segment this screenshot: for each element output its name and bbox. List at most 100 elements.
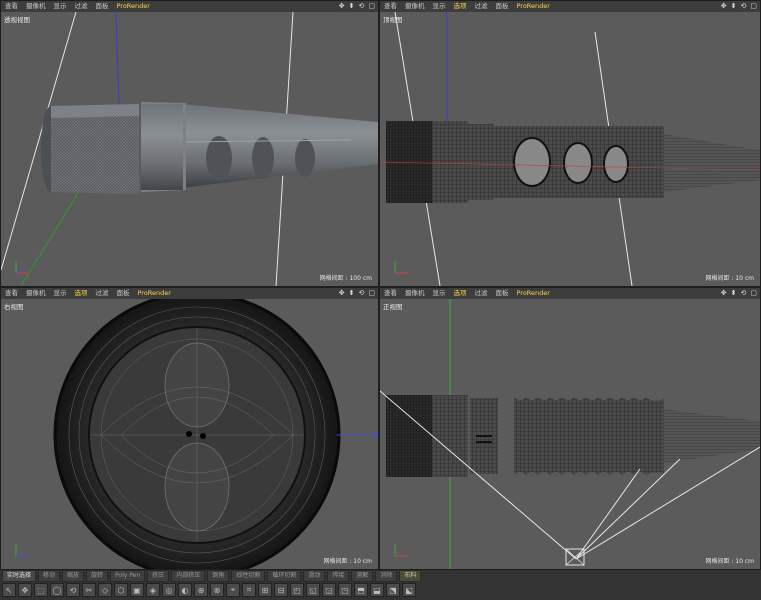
menu-camera[interactable]: 摄像机: [22, 1, 50, 12]
viewport-controls: ✥ ⬍ ⟲ ▢: [339, 288, 375, 299]
move-view-icon[interactable]: ✥: [339, 1, 345, 12]
viewport-menubar: 查看 摄像机 显示 选项 过滤 面板 ProRender ✥ ⬍ ⟲ ▢: [1, 288, 378, 299]
maximize-view-icon[interactable]: ▢: [368, 288, 375, 299]
tab-extrude-inner[interactable]: 内部挤压: [171, 570, 206, 582]
menu-prorender[interactable]: ProRender: [513, 1, 554, 12]
maximize-view-icon[interactable]: ▢: [750, 1, 757, 12]
grid-spacing: 网格间距 : 10 cm: [705, 275, 754, 282]
menu-prorender[interactable]: ProRender: [513, 288, 554, 299]
tab-move[interactable]: 移动: [38, 570, 61, 582]
menu-prorender[interactable]: ProRender: [134, 288, 175, 299]
menu-options[interactable]: 选项: [450, 1, 471, 12]
tab-loop-cut[interactable]: 循环切割: [267, 570, 302, 582]
tool-icon-9[interactable]: ◈: [146, 583, 160, 597]
tool-icon-3[interactable]: ◯: [50, 583, 64, 597]
tool-icon-14[interactable]: ⌖: [226, 583, 240, 597]
tab-poly-pen[interactable]: Poly Pen: [110, 570, 146, 582]
tool-icon-21[interactable]: ◳: [338, 583, 352, 597]
menu-view[interactable]: 查看: [1, 288, 22, 299]
tool-icon-0[interactable]: ↖: [2, 583, 16, 597]
rotate-view-icon[interactable]: ⟲: [359, 1, 365, 12]
menu-display[interactable]: 显示: [429, 288, 450, 299]
front-scene: [380, 299, 760, 569]
menu-display[interactable]: 显示: [50, 288, 71, 299]
tab-extrude[interactable]: 挤压: [147, 570, 170, 582]
menu-panel[interactable]: 面板: [492, 1, 513, 12]
tab-dissolve[interactable]: 溶解: [351, 570, 374, 582]
tool-icon-2[interactable]: ⬚: [34, 583, 48, 597]
tool-icon-8[interactable]: ▣: [130, 583, 144, 597]
grid-spacing: 网格间距 : 100 cm: [319, 275, 372, 282]
menu-camera[interactable]: 摄像机: [401, 288, 429, 299]
menu-panel[interactable]: 面板: [92, 1, 113, 12]
tool-icon-4[interactable]: ⟲: [66, 583, 80, 597]
zoom-view-icon[interactable]: ⬍: [349, 288, 355, 299]
tool-icons: ↖ ✥ ⬚ ◯ ⟲ ✂ ◇ ⬡ ▣ ◈ ◎ ◐ ⊕ ⊗ ⌖ ⌗ ⊞ ⊟ ◰ ◱ ◲ ◳ ⬒ ⬓ ⬔ ⬕: [2, 583, 416, 597]
tool-icon-10[interactable]: ◎: [162, 583, 176, 597]
tab-melt[interactable]: 消除: [375, 570, 398, 582]
move-view-icon[interactable]: ✥: [721, 1, 727, 12]
viewport-controls: ✥ ⬍ ⟲ ▢: [721, 288, 757, 299]
maximize-view-icon[interactable]: ▢: [750, 288, 757, 299]
menu-camera[interactable]: 摄像机: [22, 288, 50, 299]
tool-icon-7[interactable]: ⬡: [114, 583, 128, 597]
tool-icon-1[interactable]: ✥: [18, 583, 32, 597]
menu-filter[interactable]: 过滤: [471, 288, 492, 299]
tab-slide[interactable]: 滑动: [303, 570, 326, 582]
rotate-view-icon[interactable]: ⟲: [741, 1, 747, 12]
tool-icon-5[interactable]: ✂: [82, 583, 96, 597]
tab-line-cut[interactable]: 线性切割: [231, 570, 266, 582]
tool-icon-16[interactable]: ⊞: [258, 583, 272, 597]
maximize-view-icon[interactable]: ▢: [368, 1, 375, 12]
viewport-right[interactable]: 查看 摄像机 显示 选项 过滤 面板 ProRender ✥ ⬍ ⟲ ▢ 右视图: [0, 287, 379, 570]
tab-bevel[interactable]: 倒角: [207, 570, 230, 582]
tool-icon-6[interactable]: ◇: [98, 583, 112, 597]
tool-icon-18[interactable]: ◰: [290, 583, 304, 597]
viewport-front[interactable]: 查看 摄像机 显示 选项 过滤 面板 ProRender ✥ ⬍ ⟲ ▢ 正视图: [379, 287, 761, 570]
axis-gizmo-icon: [394, 261, 408, 274]
viewport-perspective[interactable]: 查看 摄像机 显示 过滤 面板 ProRender ✥ ⬍ ⟲ ▢ 透视视图 网…: [0, 0, 379, 287]
move-view-icon[interactable]: ✥: [721, 288, 727, 299]
tool-icon-11[interactable]: ◐: [178, 583, 192, 597]
tool-icon-19[interactable]: ◱: [306, 583, 320, 597]
tab-live-selection[interactable]: 实时选择: [2, 570, 37, 582]
menu-prorender[interactable]: ProRender: [113, 1, 154, 12]
viewport-menubar: 查看 摄像机 显示 过滤 面板 ProRender ✥ ⬍ ⟲ ▢: [1, 1, 378, 12]
viewport-top[interactable]: 查看 摄像机 显示 选项 过滤 面板 ProRender ✥ ⬍ ⟲ ▢ 顶视图: [379, 0, 761, 287]
tool-icon-25[interactable]: ⬕: [402, 583, 416, 597]
menu-view[interactable]: 查看: [380, 1, 401, 12]
menu-panel[interactable]: 面板: [492, 288, 513, 299]
tool-icon-12[interactable]: ⊕: [194, 583, 208, 597]
tool-icon-17[interactable]: ⊟: [274, 583, 288, 597]
menu-display[interactable]: 显示: [429, 1, 450, 12]
tab-rotate[interactable]: 旋转: [86, 570, 109, 582]
perspective-scene: [1, 12, 378, 286]
tool-icon-20[interactable]: ◲: [322, 583, 336, 597]
menu-camera[interactable]: 摄像机: [401, 1, 429, 12]
tab-scale[interactable]: 缩放: [62, 570, 85, 582]
tab-cloth[interactable]: 布料: [399, 570, 422, 582]
menu-view[interactable]: 查看: [1, 1, 22, 12]
menu-view[interactable]: 查看: [380, 288, 401, 299]
tab-weld[interactable]: 焊接: [327, 570, 350, 582]
menu-options[interactable]: 选项: [450, 288, 471, 299]
tool-icon-13[interactable]: ⊗: [210, 583, 224, 597]
menu-panel[interactable]: 面板: [113, 288, 134, 299]
move-view-icon[interactable]: ✥: [339, 288, 345, 299]
tool-icon-22[interactable]: ⬒: [354, 583, 368, 597]
viewport-label: 顶视图: [383, 16, 403, 24]
rotate-view-icon[interactable]: ⟲: [741, 288, 747, 299]
zoom-view-icon[interactable]: ⬍: [349, 1, 355, 12]
menu-options[interactable]: 选项: [71, 288, 92, 299]
menu-display[interactable]: 显示: [50, 1, 71, 12]
tool-icon-23[interactable]: ⬓: [370, 583, 384, 597]
tool-icon-24[interactable]: ⬔: [386, 583, 400, 597]
menu-filter[interactable]: 过滤: [471, 1, 492, 12]
zoom-view-icon[interactable]: ⬍: [731, 288, 737, 299]
rotate-view-icon[interactable]: ⟲: [359, 288, 365, 299]
zoom-view-icon[interactable]: ⬍: [731, 1, 737, 12]
menu-filter[interactable]: 过滤: [92, 288, 113, 299]
tool-icon-15[interactable]: ⌗: [242, 583, 256, 597]
top-scene: [380, 12, 760, 286]
menu-filter[interactable]: 过滤: [71, 1, 92, 12]
